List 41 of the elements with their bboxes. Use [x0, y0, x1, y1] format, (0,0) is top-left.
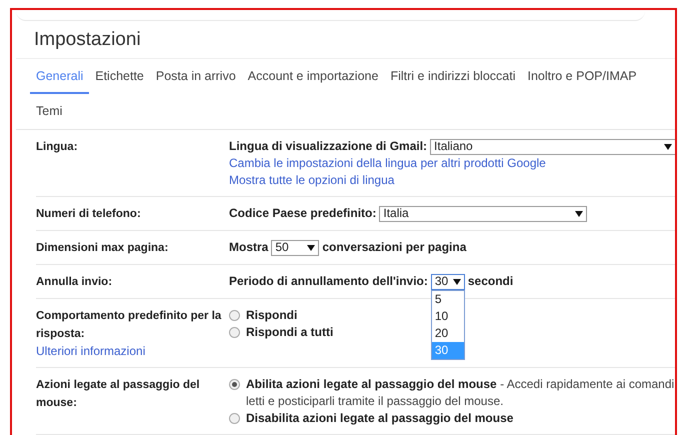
- field-suffix: conversazioni per pagina: [322, 239, 466, 256]
- link[interactable]: Mostra tutte le opzioni di lingua: [229, 172, 394, 189]
- setting-label: Annulla invio:: [36, 276, 112, 288]
- settings-tab[interactable]: Account e importazione: [242, 59, 384, 94]
- radio-button[interactable]: [229, 310, 240, 321]
- option-description: - Accedi rapidamente ai comandi: [500, 377, 674, 391]
- settings-tab[interactable]: Etichette: [89, 59, 150, 94]
- field-label: Mostra: [229, 239, 268, 256]
- field-label: Periodo di annullamento dell'invio:: [229, 273, 428, 290]
- setting-label: Lingua:: [36, 141, 78, 153]
- link[interactable]: Ulteriori informazioni: [36, 343, 146, 360]
- setting-label: Comportamento predefinito per la risposta:: [36, 310, 222, 340]
- radio-label: Disabilita azioni legate al passaggio del mouse: [246, 411, 514, 425]
- field-suffix: secondi: [468, 273, 514, 290]
- dropdown[interactable]: Italia: [379, 206, 588, 222]
- dropdown[interactable]: 50: [271, 240, 320, 256]
- radio-button[interactable]: [229, 327, 240, 338]
- page-title: Impostazioni: [16, 21, 675, 59]
- dropdown-arrow-icon: [664, 144, 672, 150]
- dropdown[interactable]: 30: [430, 274, 465, 290]
- link[interactable]: Cambia le impostazioni della lingua per altri prodotti Google: [229, 155, 546, 172]
- settings-tab[interactable]: Inoltro e POP/IMAP: [521, 59, 643, 94]
- setting-label: Dimensioni max pagina:: [36, 242, 168, 254]
- field-label: Lingua di visualizzazione di Gmail:: [229, 138, 428, 155]
- dropdown-arrow-icon: [575, 210, 584, 216]
- settings-tab[interactable]: Posta in arrivo: [150, 59, 242, 94]
- option-description: letti e posticiparli tramite il passaggio del mouse.: [246, 393, 504, 410]
- radio-button[interactable]: [229, 413, 240, 424]
- radio-button[interactable]: [229, 379, 240, 390]
- radio-label: Rispondi: [246, 308, 298, 322]
- settings-tab[interactable]: Temi: [30, 94, 68, 129]
- setting-label: Numeri di telefono:: [36, 208, 141, 220]
- radio-label: Rispondi a tutti: [246, 325, 334, 339]
- setting-label: Azioni legate al passaggio del mouse:: [36, 379, 200, 409]
- dropdown-arrow-icon: [307, 244, 316, 250]
- dropdown-arrow-icon: [452, 278, 461, 284]
- settings-tab[interactable]: Filtri e indirizzi bloccati: [384, 59, 522, 94]
- dropdown[interactable]: Italiano: [430, 138, 675, 154]
- radio-label: Abilita azioni legate al passaggio del mouse: [246, 377, 497, 391]
- settings-tab[interactable]: Generali: [30, 59, 90, 94]
- field-label: Codice Paese predefinito:: [229, 205, 376, 222]
